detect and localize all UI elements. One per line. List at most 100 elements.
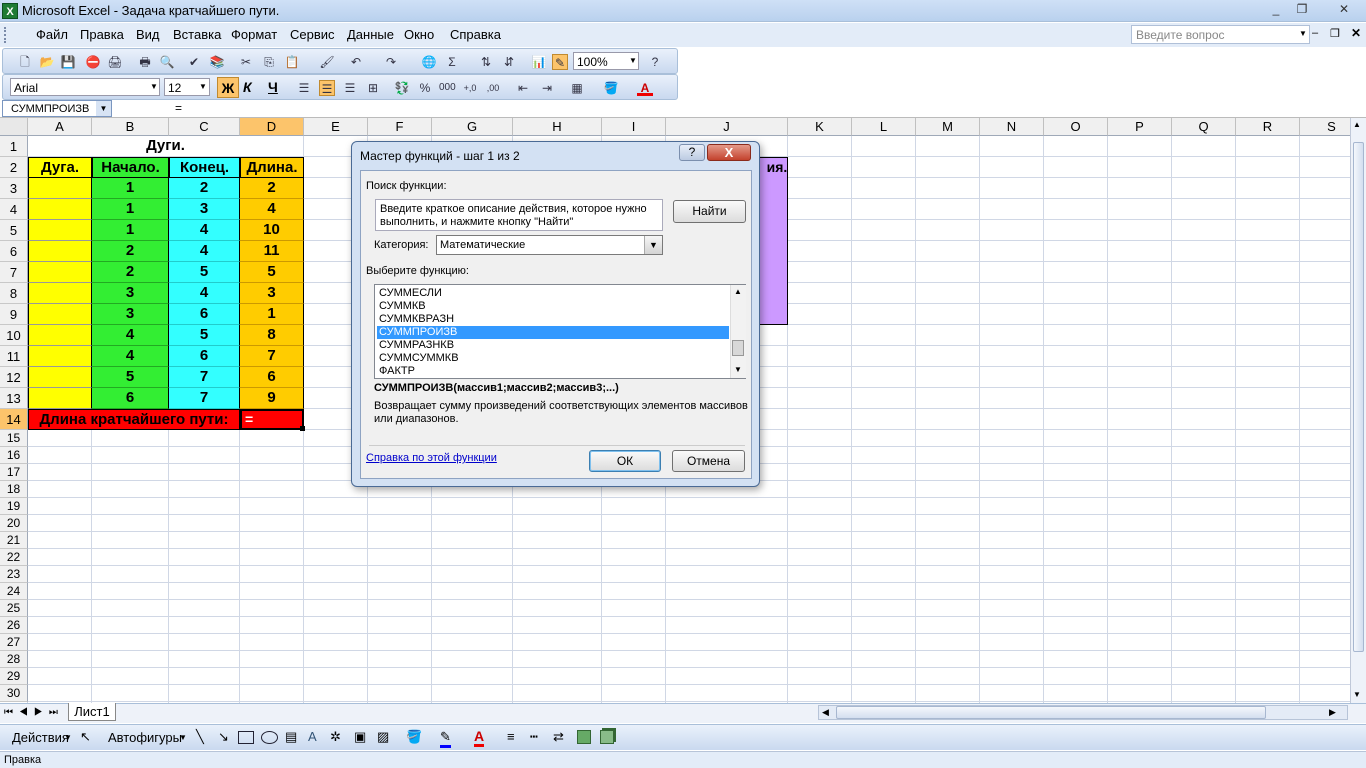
row-header-13[interactable]: 13 — [0, 388, 28, 409]
end-cell[interactable]: 3 — [169, 199, 240, 220]
sort-asc-icon[interactable]: ⇅ — [478, 54, 494, 70]
line-color-icon[interactable]: ✎ — [440, 729, 451, 748]
line-style-icon[interactable]: ≡ — [507, 729, 515, 744]
formula-input[interactable]: = — [175, 101, 182, 115]
column-header-F[interactable]: F — [368, 118, 432, 136]
length-cell[interactable]: 6 — [240, 367, 304, 388]
function-list-item[interactable]: СУММЕСЛИ — [377, 287, 729, 300]
row-header-6[interactable]: 6 — [0, 241, 28, 262]
help-search-dropdown-icon[interactable]: ▼ — [1299, 29, 1307, 38]
bold-button[interactable]: Ж — [217, 77, 239, 98]
cut-icon[interactable]: ✂ — [238, 54, 254, 70]
increase-decimal-icon[interactable]: +,0 — [462, 80, 478, 96]
length-cell[interactable]: 9 — [240, 388, 304, 409]
column-header-I[interactable]: I — [602, 118, 666, 136]
row-header-7[interactable]: 7 — [0, 262, 28, 283]
borders-icon[interactable]: ▦ — [569, 80, 585, 96]
redo-icon[interactable]: ↷ — [383, 54, 399, 70]
table-title[interactable]: Дуги. — [28, 136, 304, 157]
column-header-O[interactable]: O — [1044, 118, 1108, 136]
wordart-icon[interactable]: A — [308, 729, 317, 744]
vertical-scroll-thumb[interactable] — [1353, 142, 1364, 652]
align-left-icon[interactable]: ☰ — [296, 80, 312, 96]
clipart-icon[interactable]: ▣ — [354, 729, 366, 745]
percent-icon[interactable]: % — [417, 80, 433, 96]
doc-restore-button[interactable]: ❐ — [1330, 27, 1340, 40]
row-header-10[interactable]: 10 — [0, 325, 28, 346]
category-dropdown-icon[interactable]: ▼ — [644, 236, 662, 254]
zoom-dropdown-icon[interactable]: ▼ — [629, 56, 637, 65]
column-header-B[interactable]: B — [92, 118, 169, 136]
row-header-11[interactable]: 11 — [0, 346, 28, 367]
help-icon[interactable]: ? — [647, 54, 663, 70]
row-header-29[interactable]: 29 — [0, 668, 28, 685]
picture-icon[interactable]: ▨ — [377, 729, 389, 745]
row-header-3[interactable]: 3 — [0, 178, 28, 199]
doc-close-button[interactable]: ✕ — [1351, 26, 1361, 40]
help-search-input[interactable]: Введите вопрос — [1131, 25, 1310, 44]
column-header-A[interactable]: A — [28, 118, 92, 136]
row-header-16[interactable]: 16 — [0, 447, 28, 464]
menu-6[interactable]: Сервис — [290, 27, 335, 42]
function-list-scrollbar[interactable]: ▲ ▼ — [730, 285, 746, 378]
arc-cell[interactable] — [28, 241, 92, 262]
currency-icon[interactable]: 💱 — [394, 80, 410, 96]
column-header-D[interactable]: D — [240, 118, 304, 136]
format-painter-icon[interactable]: 🖌 — [319, 54, 335, 70]
autosum-icon[interactable]: Σ — [444, 54, 460, 70]
row-header-1[interactable]: 1 — [0, 136, 28, 157]
column-header-M[interactable]: M — [916, 118, 980, 136]
row-header-5[interactable]: 5 — [0, 220, 28, 241]
minimize-button[interactable]: _ — [1263, 1, 1289, 18]
arc-cell[interactable] — [28, 178, 92, 199]
row-header-20[interactable]: 20 — [0, 515, 28, 532]
permission-icon[interactable]: ⛔ — [85, 54, 101, 70]
end-cell[interactable]: 4 — [169, 220, 240, 241]
total-label[interactable]: Длина кратчайшего пути: — [28, 409, 240, 430]
arc-cell[interactable] — [28, 283, 92, 304]
length-cell[interactable]: 1 — [240, 304, 304, 325]
paste-icon[interactable]: 📋 — [284, 54, 300, 70]
column-header-Q[interactable]: Q — [1172, 118, 1236, 136]
sheet-tab[interactable]: Лист1 — [68, 703, 116, 721]
open-icon[interactable]: 📂 — [39, 54, 55, 70]
chart-wizard-icon[interactable]: 📊 — [531, 54, 547, 70]
scroll-up-icon[interactable]: ▲ — [1353, 120, 1361, 129]
horizontal-scroll-thumb[interactable] — [836, 706, 1266, 719]
close-button[interactable]: ✕ — [1323, 1, 1365, 18]
partial-header-j2[interactable]: ия. — [766, 157, 788, 178]
row-header-14[interactable]: 14 — [0, 409, 28, 430]
column-header-K[interactable]: K — [788, 118, 852, 136]
arc-cell[interactable] — [28, 199, 92, 220]
row-header-2[interactable]: 2 — [0, 157, 28, 178]
column-header-G[interactable]: G — [432, 118, 513, 136]
row-header-26[interactable]: 26 — [0, 617, 28, 634]
length-cell[interactable]: 5 — [240, 262, 304, 283]
arc-cell[interactable] — [28, 367, 92, 388]
end-cell[interactable]: 7 — [169, 388, 240, 409]
row-header-21[interactable]: 21 — [0, 532, 28, 549]
hyperlink-icon[interactable]: 🌐 — [421, 54, 437, 70]
arc-cell[interactable] — [28, 325, 92, 346]
thousands-icon[interactable]: 000 — [439, 80, 456, 96]
textbox-icon[interactable]: ▤ — [285, 729, 297, 745]
arc-cell[interactable] — [28, 262, 92, 283]
drawing-toggle-icon[interactable]: ✎ — [552, 54, 568, 70]
function-list-item[interactable]: СУММПРОИЗВ — [377, 326, 729, 339]
line-icon[interactable]: ╲ — [196, 729, 204, 745]
merge-center-icon[interactable]: ⊞ — [365, 80, 381, 96]
decrease-decimal-icon[interactable]: ,00 — [485, 80, 501, 96]
function-list-item[interactable]: ФАКТР — [377, 365, 729, 378]
row-header-4[interactable]: 4 — [0, 199, 28, 220]
scroll-down-icon[interactable]: ▼ — [1353, 690, 1361, 699]
autoshapes-dropdown-icon[interactable]: ▼ — [179, 733, 187, 742]
start-cell[interactable]: 6 — [92, 388, 169, 409]
menu-5[interactable]: Формат — [231, 27, 277, 42]
menu-9[interactable]: Справка — [450, 27, 501, 42]
dialog-help-button[interactable]: ? — [679, 144, 705, 161]
menu-8[interactable]: Окно — [404, 27, 434, 42]
row-header-28[interactable]: 28 — [0, 651, 28, 668]
header-cell[interactable]: Длина. — [240, 157, 304, 178]
select-pointer-icon[interactable]: ↖ — [80, 729, 91, 745]
arc-cell[interactable] — [28, 220, 92, 241]
